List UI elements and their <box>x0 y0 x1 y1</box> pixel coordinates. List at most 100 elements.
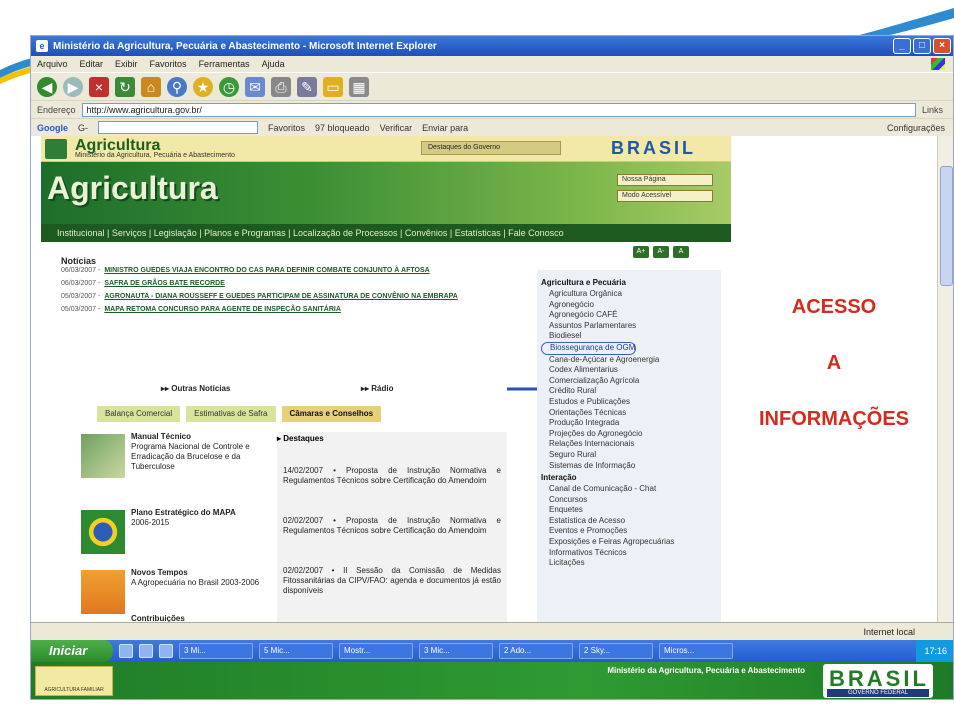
feature-plano[interactable]: Plano Estratégico do MAPA 2006-2015 <box>81 508 261 568</box>
stop-icon[interactable]: × <box>89 76 109 97</box>
menu-header-interacao: Interação <box>541 473 577 483</box>
menu-item[interactable]: Exposições e Feiras Agropecuárias <box>541 537 721 548</box>
list-item[interactable]: 05/03/2007 - Mapa retoma concurso para ag… <box>61 305 501 314</box>
mail-icon[interactable]: ✉ <box>245 76 265 97</box>
menu-item[interactable]: Seguro Rural <box>541 450 721 461</box>
menu-item[interactable]: Relações Internacionais <box>541 439 721 450</box>
minimize-button[interactable]: _ <box>893 38 911 54</box>
menu-item[interactable]: Sistemas de Informação <box>541 461 721 472</box>
history-icon[interactable]: ◷ <box>219 76 239 97</box>
font-increase-button[interactable]: A+ <box>633 246 649 258</box>
google-config[interactable]: Configurações <box>887 123 945 133</box>
quicklaunch-desktop-icon[interactable] <box>139 644 153 658</box>
menu-item[interactable]: Biodiesel <box>541 331 721 342</box>
menu-item[interactable]: Enquetes <box>541 505 721 516</box>
destaque-item[interactable]: 14/02/2007 • Proposta de Instrução Norma… <box>283 466 501 486</box>
menu-ferramentas[interactable]: Ferramentas <box>199 59 250 69</box>
taskbar-item[interactable]: Mostr... <box>339 643 413 659</box>
menu-item[interactable]: Agronegócio <box>541 300 721 311</box>
menu-item[interactable]: Estudos e Publicações <box>541 397 721 408</box>
banner-title: Agricultura <box>47 170 218 206</box>
taskbar-item[interactable]: 3 Mic... <box>419 643 493 659</box>
menu-exibir[interactable]: Exibir <box>115 59 138 69</box>
destaque-item[interactable]: 02/02/2007 • Proposta de Instrução Norma… <box>283 516 501 536</box>
taskbar-item[interactable]: 2 Ado... <box>499 643 573 659</box>
edit-icon[interactable]: ✎ <box>297 76 317 97</box>
menu-item[interactable]: Assuntos Parlamentares <box>541 321 721 332</box>
folder-icon[interactable]: ▭ <box>323 76 343 97</box>
menu-item[interactable]: Agricultura Orgânica <box>541 289 721 300</box>
list-item[interactable]: 06/03/2007 - Ministro Guedes viaja encont… <box>61 266 501 275</box>
menu-item[interactable]: Produção Integrada <box>541 418 721 429</box>
menu-item[interactable]: Crédito Rural <box>541 386 721 397</box>
taskbar-item[interactable]: Micros... <box>659 643 733 659</box>
vertical-scrollbar[interactable] <box>937 136 953 622</box>
system-clock[interactable]: 17:16 <box>916 640 953 662</box>
menu-item[interactable]: Eventos e Promoções <box>541 526 721 537</box>
menu-item[interactable]: Codex Alimentarius <box>541 365 721 376</box>
menu-item[interactable]: Comercialização Agrícola <box>541 376 721 387</box>
scroll-thumb[interactable] <box>940 166 953 286</box>
status-bar: Internet local <box>31 622 953 640</box>
home-icon[interactable]: ⌂ <box>141 76 161 97</box>
taskbar-item[interactable]: 3 Mi... <box>179 643 253 659</box>
menu-item[interactable]: Canal de Comunicação - Chat <box>541 484 721 495</box>
quicklaunch-ie-icon[interactable] <box>119 644 133 658</box>
forward-icon[interactable]: ▶ <box>63 76 83 97</box>
quicklaunch-media-icon[interactable] <box>159 644 173 658</box>
google-popups-blocked[interactable]: 97 bloqueado <box>315 123 370 133</box>
font-decrease-button[interactable]: A- <box>653 246 669 258</box>
outras-noticias-link[interactable]: ▸▸ Outras Notícias <box>161 384 230 393</box>
google-search-input[interactable] <box>98 121 258 134</box>
google-verificar[interactable]: Verificar <box>380 123 413 133</box>
menu-item[interactable]: Licitações <box>541 558 721 569</box>
menu-item[interactable]: Agronegócio CAFÉ <box>541 310 721 321</box>
menu-item[interactable]: Projeções do Agronegócio <box>541 429 721 440</box>
refresh-icon[interactable]: ↻ <box>115 76 135 97</box>
close-button[interactable]: × <box>933 38 951 54</box>
menu-favoritos[interactable]: Favoritos <box>150 59 187 69</box>
start-button[interactable]: Iniciar <box>31 640 113 662</box>
maximize-button[interactable]: □ <box>913 38 931 54</box>
menu-header-agricultura: Agricultura e Pecuária <box>541 278 626 287</box>
menu-item[interactable]: Concursos <box>541 495 721 506</box>
windows-flag-icon <box>931 58 945 70</box>
destaques-governo-select[interactable]: Destaques do Governo <box>421 141 561 155</box>
feature-contribuicoes[interactable]: Contribuições <box>81 614 261 622</box>
modo-acessivel-button[interactable]: Modo Acessível <box>617 190 713 202</box>
list-item[interactable]: 05/03/2007 - Agronauta - Diana Rousseff e… <box>61 292 501 301</box>
tab-estimativas[interactable]: Estimativas de Safra <box>186 406 276 422</box>
google-prefix[interactable]: G- <box>78 123 88 133</box>
print-icon[interactable]: ⎙ <box>271 76 291 97</box>
menu-item[interactable]: Orientações Técnicas <box>541 408 721 419</box>
destaque-item[interactable]: 02/02/2007 • II Sessão da Comissão de Me… <box>283 566 501 596</box>
menu-item[interactable]: Cana-de-Açúcar e Agroenergia <box>541 355 721 366</box>
menu-item-biosseguranca[interactable]: Biossegurança de OGM <box>541 341 637 355</box>
nossa-pagina-button[interactable]: Nossa Página <box>617 174 713 186</box>
links-label[interactable]: Links <box>922 105 943 115</box>
menu-item[interactable]: Estatística de Acesso <box>541 516 721 527</box>
site-nav[interactable]: Institucional | Serviços | Legislação | … <box>41 224 731 242</box>
search-icon[interactable]: ⚲ <box>167 76 187 97</box>
back-icon[interactable]: ◀ <box>37 76 57 97</box>
taskbar-item[interactable]: 2 Sky... <box>579 643 653 659</box>
manual-thumbnail <box>81 434 125 478</box>
menu-ajuda[interactable]: Ajuda <box>262 59 285 69</box>
favorites-star-icon[interactable]: ★ <box>193 76 213 97</box>
radio-link[interactable]: ▸▸ Rádio <box>361 384 393 393</box>
menu-item[interactable]: Informativos Técnicos <box>541 548 721 559</box>
google-favoritos[interactable]: Favoritos <box>268 123 305 133</box>
messenger-icon[interactable]: ▦ <box>349 76 369 97</box>
menu-arquivo[interactable]: Arquivo <box>37 59 68 69</box>
taskbar-item[interactable]: 5 Mic... <box>259 643 333 659</box>
font-reset-button[interactable]: A <box>673 246 689 258</box>
tab-camaras[interactable]: Câmaras e Conselhos <box>281 406 382 422</box>
list-item[interactable]: 06/03/2007 - Safra de grãos bate recorde <box>61 279 501 288</box>
tab-balanca[interactable]: Balança Comercial <box>97 406 181 422</box>
brasil-logo: BRASIL <box>611 138 696 158</box>
feature-manual[interactable]: Manual Técnico Programa Nacional de Contr… <box>81 432 261 492</box>
google-enviar[interactable]: Enviar para <box>422 123 468 133</box>
url-input[interactable]: http://www.agricultura.gov.br/ <box>81 102 916 117</box>
agricultura-familiar-logo: AGRICULTURA FAMILIAR <box>35 666 113 696</box>
menu-editar[interactable]: Editar <box>80 59 104 69</box>
